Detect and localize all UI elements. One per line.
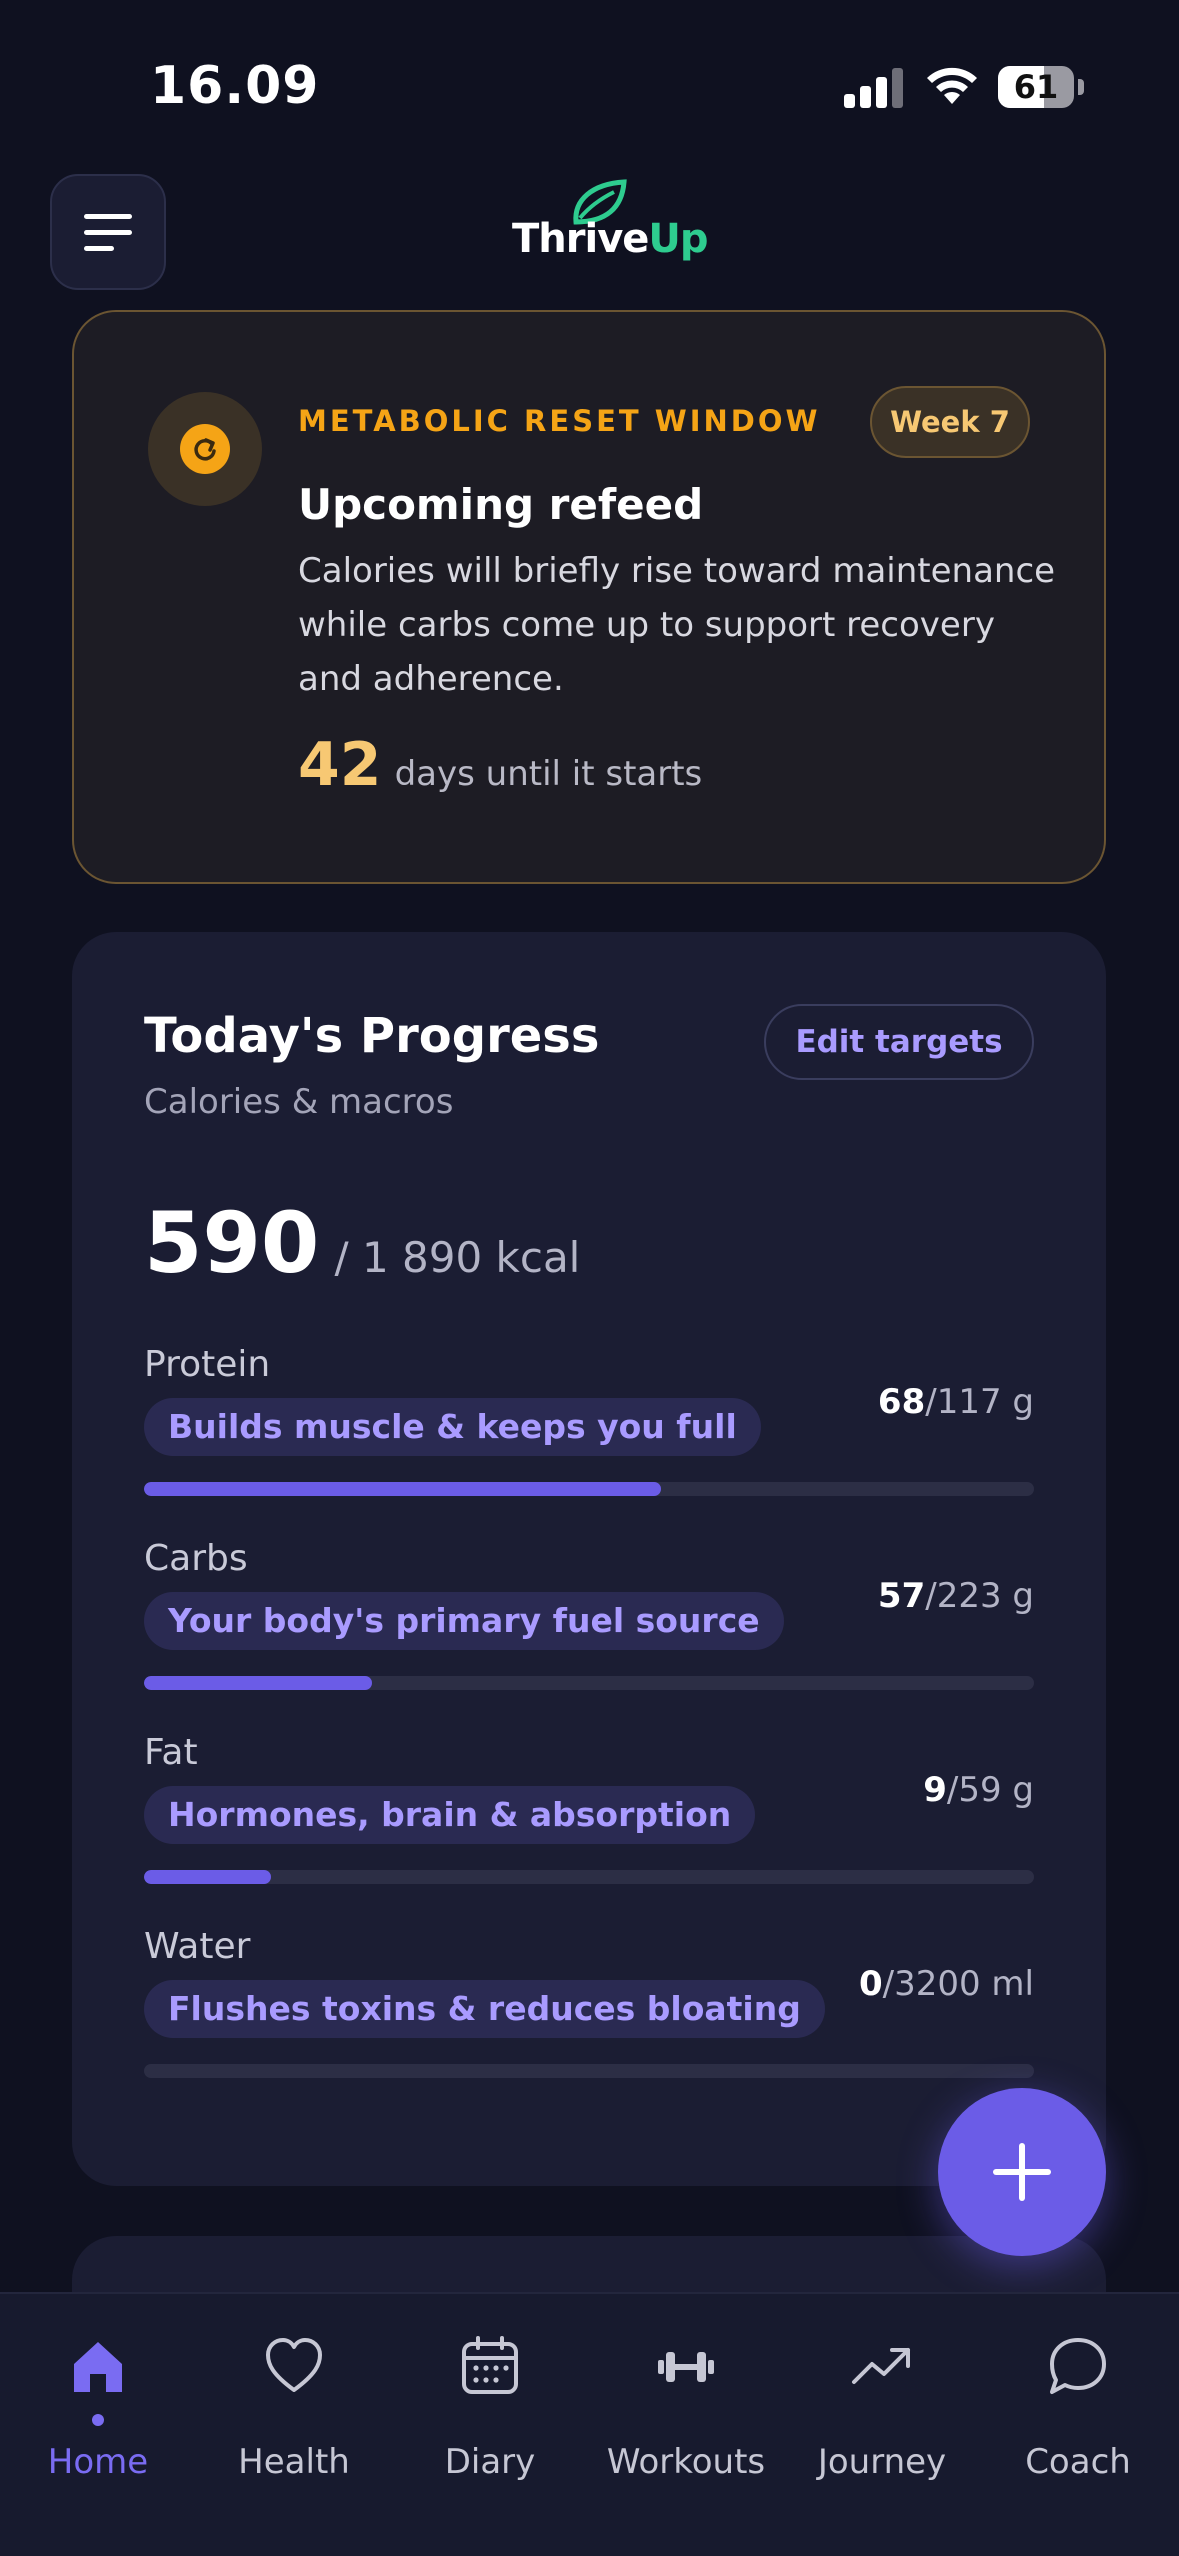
- calorie-summary: 590 / 1 890 kcal: [144, 1194, 580, 1292]
- macro-amount: 57/223 g: [878, 1576, 1034, 1616]
- macro-name: Carbs: [144, 1538, 248, 1579]
- refresh-icon: [194, 438, 216, 461]
- nav-item-journey[interactable]: Journey: [784, 2334, 980, 2514]
- nav-label: Coach: [1025, 2442, 1131, 2482]
- nav-item-coach[interactable]: Coach: [980, 2334, 1176, 2514]
- refeed-title: Upcoming refeed: [298, 480, 704, 529]
- macro-name: Protein: [144, 1344, 271, 1385]
- macro-chip: Flushes toxins & reduces bloating: [144, 1980, 825, 2038]
- macro-amount: 9/59 g: [923, 1770, 1034, 1810]
- macro-chip: Builds muscle & keeps you full: [144, 1398, 761, 1456]
- nav-item-home[interactable]: Home: [0, 2334, 196, 2514]
- macro-current: 0: [858, 1964, 883, 2004]
- nav-item-diary[interactable]: Diary: [392, 2334, 588, 2514]
- nav-item-workouts[interactable]: Workouts: [588, 2334, 784, 2514]
- wifi-icon: [927, 67, 977, 104]
- logo-primary-text: Thrive: [512, 216, 649, 262]
- progress-title: Today's Progress: [144, 1008, 600, 1064]
- nav-label: Diary: [444, 2442, 536, 2482]
- heart-icon: [266, 2338, 322, 2392]
- macro-name: Water: [144, 1926, 251, 1967]
- macro-progress-track: [144, 1482, 1034, 1496]
- macro-progress-track: [144, 2064, 1034, 2078]
- macro-progress-fill: [144, 1482, 662, 1496]
- macro-row-fat[interactable]: Fat Hormones, brain & absorption 9/59 g: [144, 1732, 1034, 1892]
- macro-target: /59 g: [946, 1770, 1034, 1810]
- macro-target: /3200 ml: [882, 1964, 1034, 2004]
- macro-current: 9: [923, 1770, 947, 1810]
- status-time: 16.09: [150, 56, 320, 116]
- macro-target: /117 g: [925, 1382, 1034, 1422]
- macro-progress-fill: [144, 1676, 372, 1690]
- macro-row-protein[interactable]: Protein Builds muscle & keeps you full 6…: [144, 1344, 1034, 1504]
- battery-level: 61: [1013, 68, 1059, 106]
- nav-label: Journey: [817, 2442, 947, 2482]
- plus-icon: [993, 2143, 1051, 2201]
- calories-consumed: 590: [144, 1194, 320, 1292]
- active-indicator-dot: [92, 2414, 104, 2426]
- dumbbell-icon: [658, 2352, 714, 2382]
- macro-current: 57: [877, 1576, 926, 1616]
- nav-label: Workouts: [606, 2442, 766, 2482]
- logo-accent-text: Up: [648, 216, 708, 262]
- refeed-eyebrow: METABOLIC RESET WINDOW: [298, 404, 821, 438]
- macro-progress-track: [144, 1676, 1034, 1690]
- macro-progress-track: [144, 1870, 1034, 1884]
- macro-name: Fat: [144, 1732, 198, 1773]
- nav-label: Home: [47, 2442, 149, 2482]
- macro-row-water[interactable]: Water Flushes toxins & reduces bloating …: [144, 1926, 1034, 2086]
- bottom-nav: Home Health Diary Workouts Journey Coach: [0, 2292, 1179, 2556]
- macro-target: /223 g: [925, 1576, 1034, 1616]
- macro-amount: 68/117 g: [878, 1382, 1034, 1422]
- menu-button[interactable]: [50, 174, 166, 290]
- refeed-icon-badge: [148, 392, 262, 506]
- nav-item-health[interactable]: Health: [196, 2334, 392, 2514]
- status-bar: 16.09 61: [0, 0, 1179, 170]
- calories-target: / 1 890 kcal: [334, 1233, 581, 1282]
- edit-targets-button[interactable]: Edit targets: [764, 1004, 1034, 1080]
- refeed-card[interactable]: METABOLIC RESET WINDOW Week 7 Upcoming r…: [72, 310, 1106, 884]
- week-badge: Week 7: [870, 386, 1030, 458]
- progress-subtitle: Calories & macros: [144, 1082, 454, 1122]
- macro-current: 68: [877, 1382, 926, 1422]
- app-logo: ThriveUp: [512, 178, 709, 268]
- refeed-days-count: 42: [298, 730, 382, 800]
- calendar-icon: [462, 2336, 518, 2394]
- trending-up-icon: [852, 2348, 910, 2384]
- nav-label: Health: [238, 2442, 350, 2482]
- macro-amount: 0/3200 ml: [859, 1964, 1034, 2004]
- add-entry-button[interactable]: [938, 2088, 1106, 2256]
- macro-chip: Your body's primary fuel source: [144, 1592, 784, 1650]
- macro-progress-fill: [144, 1870, 272, 1884]
- refeed-description: Calories will briefly rise toward mainte…: [298, 551, 1056, 699]
- refeed-days-label: days until it starts: [394, 754, 703, 794]
- signal-icon: [844, 68, 903, 108]
- progress-card: Today's Progress Calories & macros Edit …: [72, 932, 1106, 2186]
- chat-bubble-icon: [1050, 2338, 1106, 2394]
- refeed-countdown: 42 days until it starts: [298, 730, 702, 800]
- home-icon: [74, 2342, 122, 2392]
- hamburger-icon: [84, 213, 132, 251]
- macro-chip: Hormones, brain & absorption: [144, 1786, 756, 1844]
- macro-row-carbs[interactable]: Carbs Your body's primary fuel source 57…: [144, 1538, 1034, 1698]
